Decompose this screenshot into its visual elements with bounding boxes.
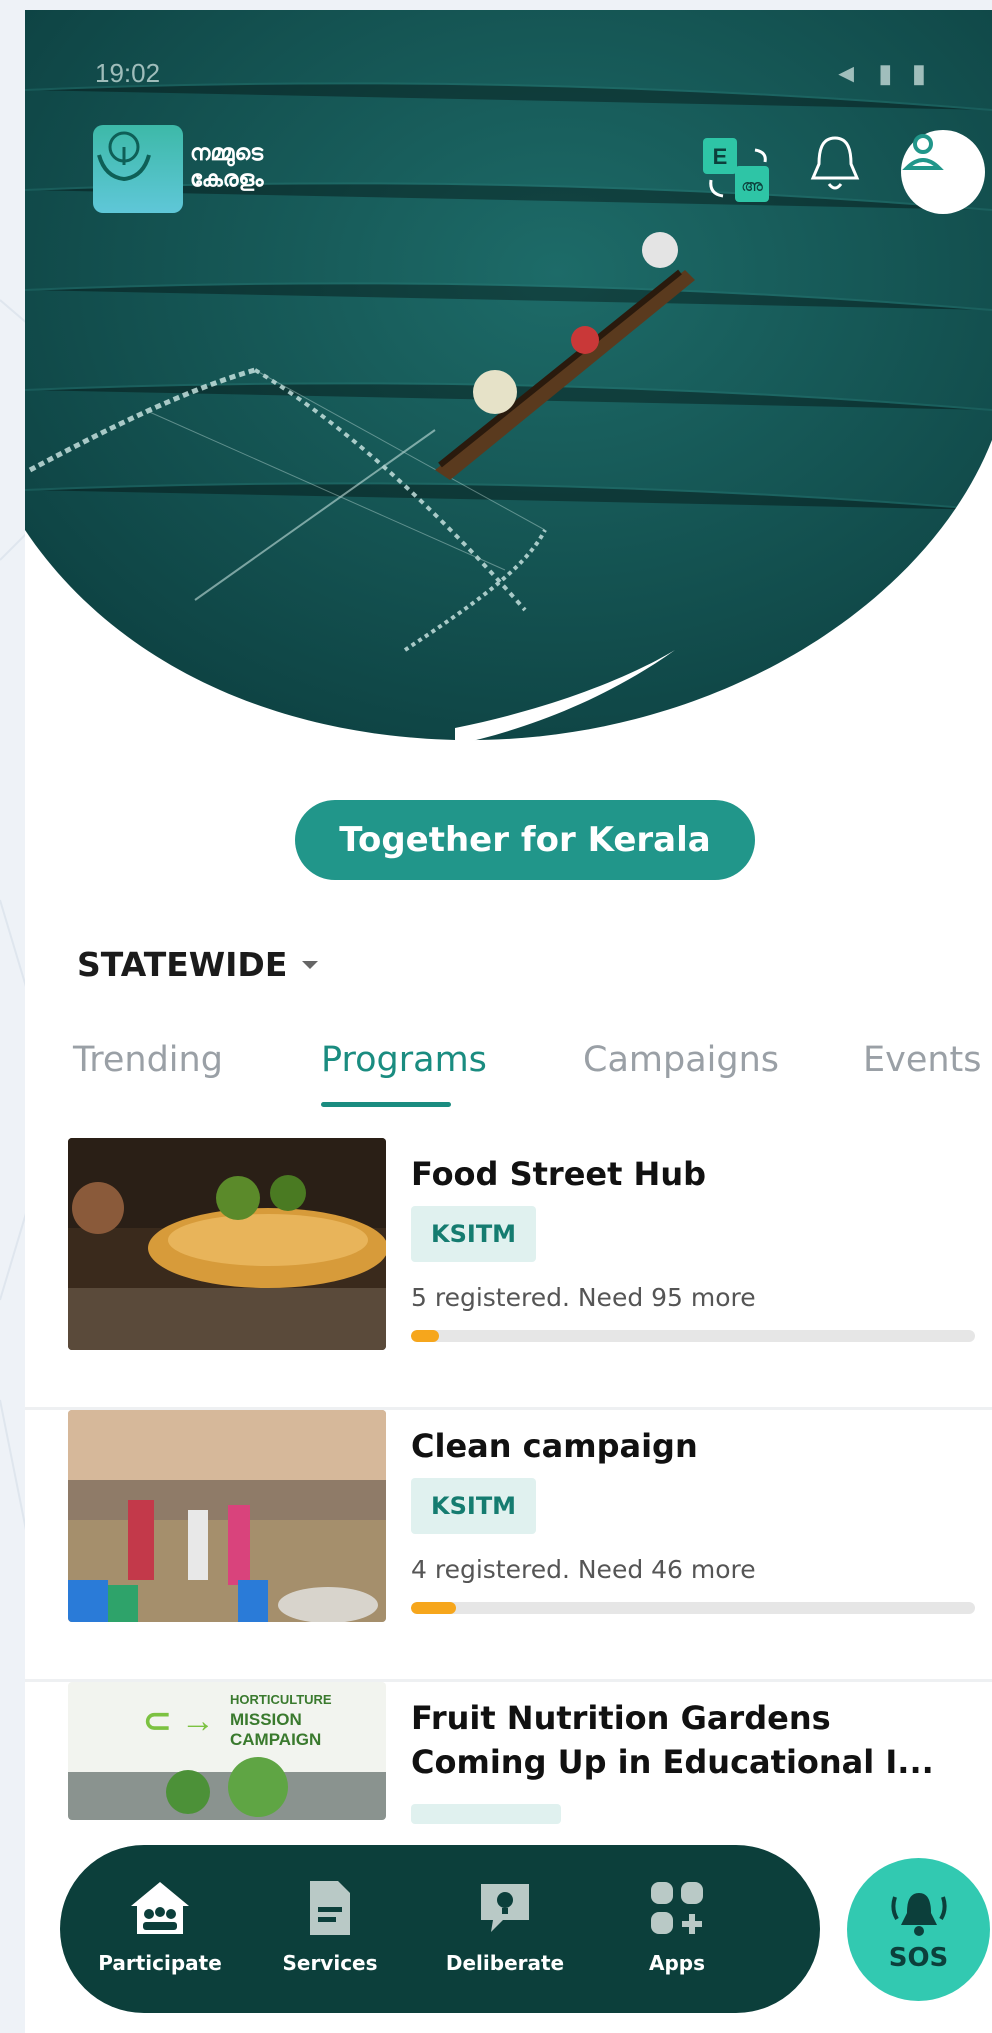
notifications-button[interactable]: [807, 132, 877, 212]
idea-chat-icon: [481, 1884, 529, 1932]
nav-services[interactable]: Services: [265, 1873, 395, 1975]
app-logo-text: നമ്മുടെ കേരളം: [190, 140, 263, 192]
status-icons: ◄ ▮ ▮: [833, 58, 932, 88]
region-label: STATEWIDE: [77, 945, 288, 984]
app-logo: [93, 125, 183, 213]
logo-text-line2: കേരളം: [190, 166, 264, 191]
app-screen: 19:02 ◄ ▮ ▮ നമ്മുടെ കേരളം E അ Together f…: [25, 10, 992, 2033]
registration-status: 4 registered. Need 46 more: [411, 1555, 756, 1584]
food-image: [68, 1138, 386, 1350]
community-house-icon: [131, 1882, 189, 1934]
tab-campaigns[interactable]: Campaigns: [583, 1040, 779, 1080]
logo-text-line1: നമ്മുടെ: [190, 140, 264, 165]
active-tab-indicator: [321, 1102, 451, 1107]
profile-button[interactable]: [901, 130, 985, 214]
thumbnail-text-line3: CAMPAIGN: [230, 1730, 322, 1749]
status-bar: 19:02 ◄ ▮ ▮: [95, 58, 952, 98]
nav-label: Participate: [98, 1951, 222, 1975]
thumbnail-text-line2: MISSION: [230, 1710, 302, 1729]
nav-label: Apps: [648, 1951, 705, 1975]
progress-fill: [411, 1330, 440, 1342]
organizer-tag: KSITM: [411, 1206, 537, 1262]
cleanup-crowd-image: [68, 1410, 386, 1622]
nav-participate[interactable]: Participate: [95, 1873, 225, 1975]
registration-progress: [411, 1602, 975, 1614]
category-tabs: Trending Programs Campaigns Events: [65, 1040, 985, 1110]
language-switch-button[interactable]: E അ: [697, 130, 787, 218]
nav-label: Services: [282, 1951, 378, 1975]
progress-fill: [411, 1602, 457, 1614]
region-selector[interactable]: STATEWIDE: [77, 945, 319, 984]
alarm-bell-icon: [890, 1892, 947, 1936]
document-icon: [310, 1881, 350, 1935]
program-card[interactable]: Food Street Hub KSITM 5 registered. Need…: [25, 1138, 992, 1410]
organizer-tag: [411, 1804, 561, 1824]
svg-text:⊂ →: ⊂ →: [143, 1702, 215, 1740]
together-for-kerala-button[interactable]: Together for Kerala: [295, 800, 755, 880]
translate-icon: E അ: [703, 138, 769, 202]
tab-trending[interactable]: Trending: [73, 1040, 223, 1080]
caret-down-icon: [302, 960, 319, 969]
thumbnail-text-line1: HORTICULTURE: [230, 1692, 332, 1707]
nav-apps[interactable]: Apps: [612, 1873, 742, 1975]
hero-image: [25, 10, 992, 745]
bottom-navigation: Participate Services Deliberate Apps: [60, 1845, 820, 2013]
registration-status: 5 registered. Need 95 more: [411, 1283, 756, 1312]
program-card[interactable]: Clean campaign KSITM 4 registered. Need …: [25, 1410, 992, 1682]
program-thumbnail: [68, 1138, 386, 1350]
registration-progress: [411, 1330, 975, 1342]
translate-icon-letter: E: [713, 144, 728, 169]
organizer-tag: KSITM: [411, 1478, 537, 1534]
program-title: Clean campaign: [411, 1427, 698, 1465]
status-time: 19:02: [95, 58, 161, 88]
user-icon: [902, 134, 944, 170]
thumbnail-text: HORTICULTURE MISSION CAMPAIGN: [230, 1690, 380, 1750]
program-title: Fruit Nutrition Gardens Coming Up in Edu…: [411, 1699, 934, 1781]
hands-tree-icon: [97, 131, 151, 182]
program-thumbnail: ⊂ → HORTICULTURE MISSION CAMPAIGN: [68, 1682, 386, 1820]
sos-button[interactable]: SOS: [847, 1858, 990, 2001]
tab-events[interactable]: Events: [863, 1040, 982, 1080]
hero-banner: 19:02 ◄ ▮ ▮ നമ്മുടെ കേരളം E അ: [25, 10, 992, 760]
bell-icon: [810, 136, 860, 190]
nav-label: Deliberate: [445, 1951, 565, 1975]
tab-programs[interactable]: Programs: [321, 1040, 487, 1080]
program-title: Food Street Hub: [411, 1155, 707, 1193]
sos-label: SOS: [888, 1942, 949, 1973]
program-thumbnail: [68, 1410, 386, 1622]
nav-deliberate[interactable]: Deliberate: [440, 1873, 570, 1975]
apps-grid-icon: [651, 1882, 703, 1934]
svg-text:അ: അ: [741, 176, 763, 195]
